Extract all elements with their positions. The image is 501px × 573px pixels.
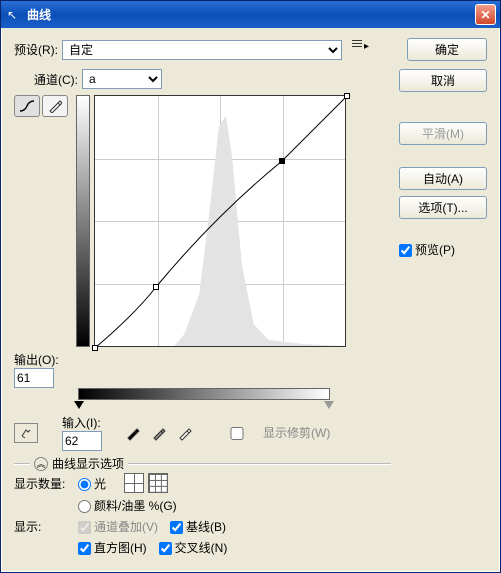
smooth-button: 平滑(M) (399, 122, 487, 145)
preview-option[interactable]: 预览(P) (399, 241, 487, 258)
show-clipping-option[interactable]: 显示修剪(W) (217, 424, 331, 441)
curve-line (95, 96, 347, 348)
grid-simple-button[interactable] (124, 473, 144, 493)
pigment-option[interactable]: 颜料/油墨 %(G) (78, 497, 177, 514)
black-eyedropper[interactable] (123, 423, 143, 443)
input-field[interactable] (62, 431, 102, 451)
show-clipping-checkbox[interactable] (217, 427, 257, 440)
output-label: 输出(O): (14, 351, 74, 368)
options-button[interactable]: 选项(T)... (399, 196, 487, 219)
grid-detailed-button[interactable] (148, 473, 168, 493)
curve-point-0[interactable] (92, 345, 98, 351)
curve-icon (19, 99, 35, 113)
pencil-tool-button[interactable] (42, 95, 68, 117)
input-gradient[interactable] (78, 388, 330, 400)
light-option[interactable]: 光 (78, 475, 106, 492)
white-point-slider[interactable] (324, 401, 334, 409)
quantity-label: 显示数量: (14, 475, 74, 492)
black-point-slider[interactable] (74, 401, 84, 409)
collapse-toggle[interactable]: ︽ (34, 457, 48, 471)
intersection-option[interactable]: 交叉线(N) (159, 539, 228, 556)
histogram-option[interactable]: 直方图(H) (78, 539, 147, 556)
close-button[interactable]: ✕ (475, 4, 496, 25)
histogram-checkbox[interactable] (78, 542, 91, 555)
channel-select[interactable]: a (82, 69, 162, 89)
cancel-button[interactable]: 取消 (399, 69, 487, 92)
curve-grid[interactable] (94, 95, 346, 347)
white-eyedropper[interactable] (175, 423, 195, 443)
dialog-title: 曲线 (27, 6, 475, 23)
titlebar: ↖ 曲线 ✕ (1, 1, 500, 28)
preset-select[interactable]: 自定 (62, 40, 342, 60)
curve-point-1[interactable] (153, 284, 159, 290)
intersection-checkbox[interactable] (159, 542, 172, 555)
point-adjust-tool[interactable] (14, 423, 38, 443)
show-label: 显示: (14, 518, 74, 535)
preset-menu-icon[interactable] (352, 40, 362, 60)
gray-eyedropper[interactable] (149, 423, 169, 443)
channel-overlay-option[interactable]: 通道叠加(V) (78, 518, 158, 535)
preset-label: 预设(R): (14, 41, 58, 58)
curve-point-2[interactable] (279, 158, 285, 164)
finger-icon (19, 426, 33, 440)
auto-button[interactable]: 自动(A) (399, 167, 487, 190)
baseline-checkbox[interactable] (170, 521, 183, 534)
channel-label: 通道(C): (34, 71, 78, 88)
preview-checkbox[interactable] (399, 244, 412, 257)
curve-tool-button[interactable] (14, 95, 40, 117)
input-label: 输入(I): (62, 414, 101, 431)
output-gradient (76, 95, 90, 347)
cursor-icon: ↖ (7, 8, 23, 22)
display-options-header: 曲线显示选项 (52, 455, 124, 472)
ok-button[interactable]: 确定 (407, 38, 487, 61)
light-radio[interactable] (78, 478, 91, 491)
pigment-radio[interactable] (78, 500, 91, 513)
channel-overlay-checkbox (78, 521, 91, 534)
output-field[interactable] (14, 368, 54, 388)
baseline-option[interactable]: 基线(B) (170, 518, 226, 535)
pencil-icon (48, 99, 62, 113)
curve-point-3[interactable] (344, 93, 350, 99)
